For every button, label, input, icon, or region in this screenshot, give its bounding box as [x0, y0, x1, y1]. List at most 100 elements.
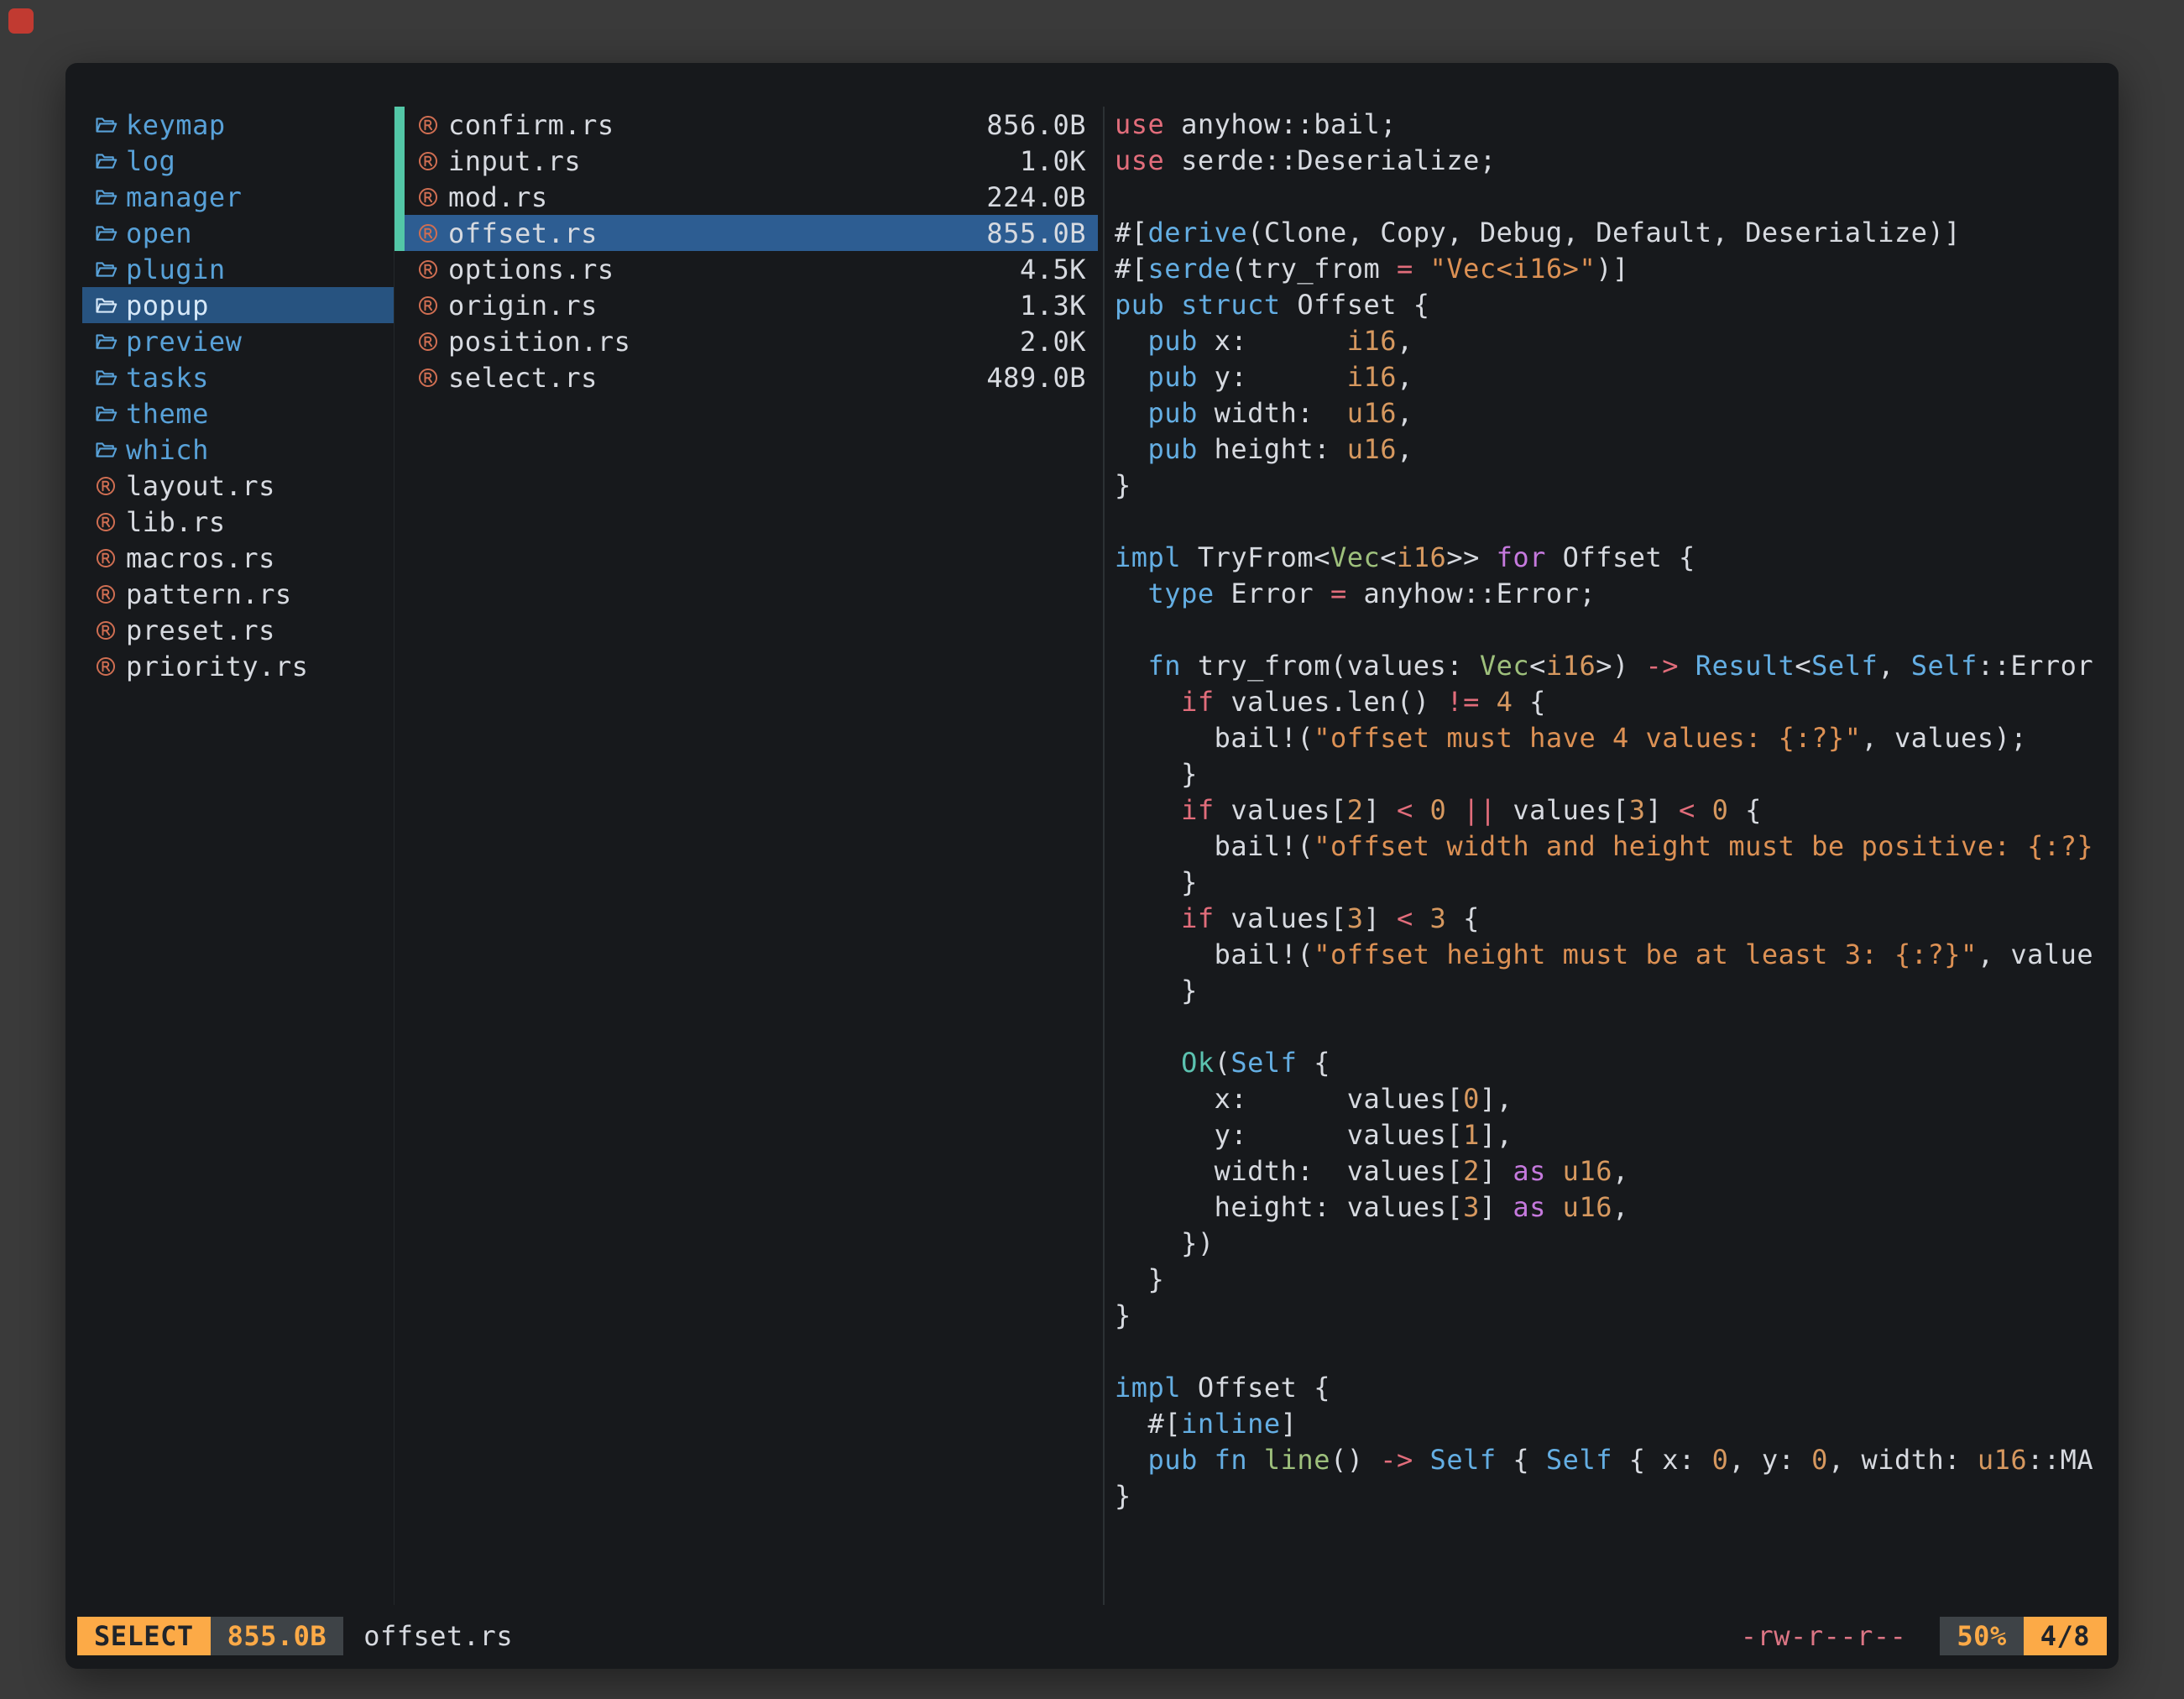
code-line: #[serde(try_from = "Vec<i16>")] [1115, 251, 2108, 287]
rust-file-icon [94, 474, 118, 498]
recording-indicator [8, 8, 34, 34]
rust-file-icon [94, 510, 118, 534]
code-line: } [1115, 1478, 2108, 1514]
file-name: position.rs [448, 326, 1011, 358]
parent-directory-pane: keymap log manager openpluginpopuppreviewta… [82, 107, 394, 1605]
code-line: use serde::Deserialize; [1115, 143, 2108, 179]
code-line [1115, 612, 2108, 648]
code-line: pub y: i16, [1115, 359, 2108, 395]
file-item-origin.rs[interactable]: origin.rs 1.3K [394, 287, 1098, 323]
folder-item-plugin[interactable]: plugin [82, 251, 394, 287]
file-item-input.rs[interactable]: input.rs1.0K [394, 143, 1098, 179]
folder-name: log [126, 145, 175, 177]
file-size: 2.0K [1020, 326, 1086, 358]
open-folder-icon [94, 294, 118, 317]
file-name: origin.rs [448, 290, 1011, 322]
selection-mark [394, 179, 405, 215]
folder-name: tasks [126, 362, 209, 394]
folder-item-popup[interactable]: popup [82, 287, 394, 323]
terminal-window: keymap log manager openpluginpopuppreviewta… [65, 63, 2119, 1669]
file-name: select.rs [448, 362, 978, 394]
folder-item-keymap[interactable]: keymap [82, 107, 394, 143]
code-line: height: values[3] as u16, [1115, 1189, 2108, 1226]
file-preview-pane[interactable]: use anyhow::bail;use serde::Deserialize;… [1105, 107, 2108, 1605]
file-name: offset.rs [448, 217, 978, 249]
code-line [1115, 1009, 2108, 1045]
code-line: x: values[0], [1115, 1081, 2108, 1117]
code-line: }) [1115, 1226, 2108, 1262]
file-item-macros.rs[interactable]: macros.rs [82, 540, 394, 576]
rust-file-icon [416, 330, 440, 353]
open-folder-icon [94, 186, 118, 209]
rust-file-icon [416, 258, 440, 281]
status-filename: offset.rs [363, 1620, 513, 1652]
selection-mark [394, 323, 405, 359]
code-line: type Error = anyhow::Error; [1115, 576, 2108, 612]
folder-name: keymap [126, 109, 226, 141]
folder-name: theme [126, 398, 209, 430]
code-line: bail!("offset must have 4 values: {:?}",… [1115, 720, 2108, 756]
file-item-position.rs[interactable]: position.rs 2.0K [394, 323, 1098, 359]
file-row-content: position.rs 2.0K [405, 323, 1098, 359]
file-size: 1.0K [1020, 145, 1086, 177]
open-folder-icon [94, 258, 118, 281]
folder-item-preview[interactable]: preview [82, 323, 394, 359]
code-line: use anyhow::bail; [1115, 107, 2108, 143]
file-permissions: -rw-r--r-- [1741, 1620, 1907, 1652]
file-item-offset.rs[interactable]: offset.rs855.0B [394, 215, 1098, 251]
file-size: 856.0B [986, 109, 1086, 141]
file-size: 855.0B [986, 217, 1086, 249]
cursor-position-badge: 4/8 [2024, 1617, 2107, 1655]
file-item-confirm.rs[interactable]: confirm.rs856.0B [394, 107, 1098, 143]
file-row-content: origin.rs 1.3K [405, 287, 1098, 323]
code-line: bail!("offset width and height must be p… [1115, 829, 2108, 865]
file-row-content: confirm.rs856.0B [405, 107, 1098, 143]
code-line: pub height: u16, [1115, 431, 2108, 468]
file-name: mod.rs [448, 181, 978, 213]
rust-file-icon [416, 222, 440, 245]
file-name: options.rs [448, 254, 1011, 285]
file-row-content: input.rs1.0K [405, 143, 1098, 179]
file-item-select.rs[interactable]: select.rs489.0B [394, 359, 1098, 395]
file-item-pattern.rs[interactable]: pattern.rs [82, 576, 394, 612]
file-item-lib.rs[interactable]: lib.rs [82, 504, 394, 540]
selection-mark [394, 251, 405, 287]
code-line [1115, 504, 2108, 540]
file-item-options.rs[interactable]: options.rs4.5K [394, 251, 1098, 287]
code-line: } [1115, 468, 2108, 504]
file-size: 224.0B [986, 181, 1086, 213]
folder-name: manager [126, 181, 242, 213]
open-folder-icon [94, 113, 118, 137]
file-item-priority.rs[interactable]: priority.rs [82, 648, 394, 684]
code-line: if values[3] < 3 { [1115, 901, 2108, 937]
code-line: } [1115, 865, 2108, 901]
file-name: preset.rs [126, 614, 275, 646]
code-line: pub width: u16, [1115, 395, 2108, 431]
code-line: impl Offset { [1115, 1370, 2108, 1406]
folder-item-log[interactable]: log [82, 143, 394, 179]
rust-file-icon [94, 583, 118, 606]
file-item-mod.rs[interactable]: mod.rs224.0B [394, 179, 1098, 215]
code-line: Ok(Self { [1115, 1045, 2108, 1081]
selection-mark [394, 143, 405, 179]
file-name: layout.rs [126, 470, 275, 502]
code-line: impl TryFrom<Vec<i16>> for Offset { [1115, 540, 2108, 576]
file-name: macros.rs [126, 542, 275, 574]
code-line: pub struct Offset { [1115, 287, 2108, 323]
folder-item-open[interactable]: open [82, 215, 394, 251]
folder-name: which [126, 434, 209, 466]
folder-item-theme[interactable]: theme [82, 395, 394, 431]
folder-item-manager[interactable]: manager [82, 179, 394, 215]
file-item-layout.rs[interactable]: layout.rs [82, 468, 394, 504]
code-line: bail!("offset height must be at least 3:… [1115, 937, 2108, 973]
code-line: y: values[1], [1115, 1117, 2108, 1153]
file-row-content: mod.rs224.0B [405, 179, 1098, 215]
rust-file-icon [416, 186, 440, 209]
folder-name: popup [126, 290, 209, 322]
file-size: 1.3K [1020, 290, 1086, 322]
folder-name: open [126, 217, 192, 249]
folder-item-which[interactable]: which [82, 431, 394, 468]
file-item-preset.rs[interactable]: preset.rs [82, 612, 394, 648]
folder-item-tasks[interactable]: tasks [82, 359, 394, 395]
rust-file-icon [416, 366, 440, 389]
